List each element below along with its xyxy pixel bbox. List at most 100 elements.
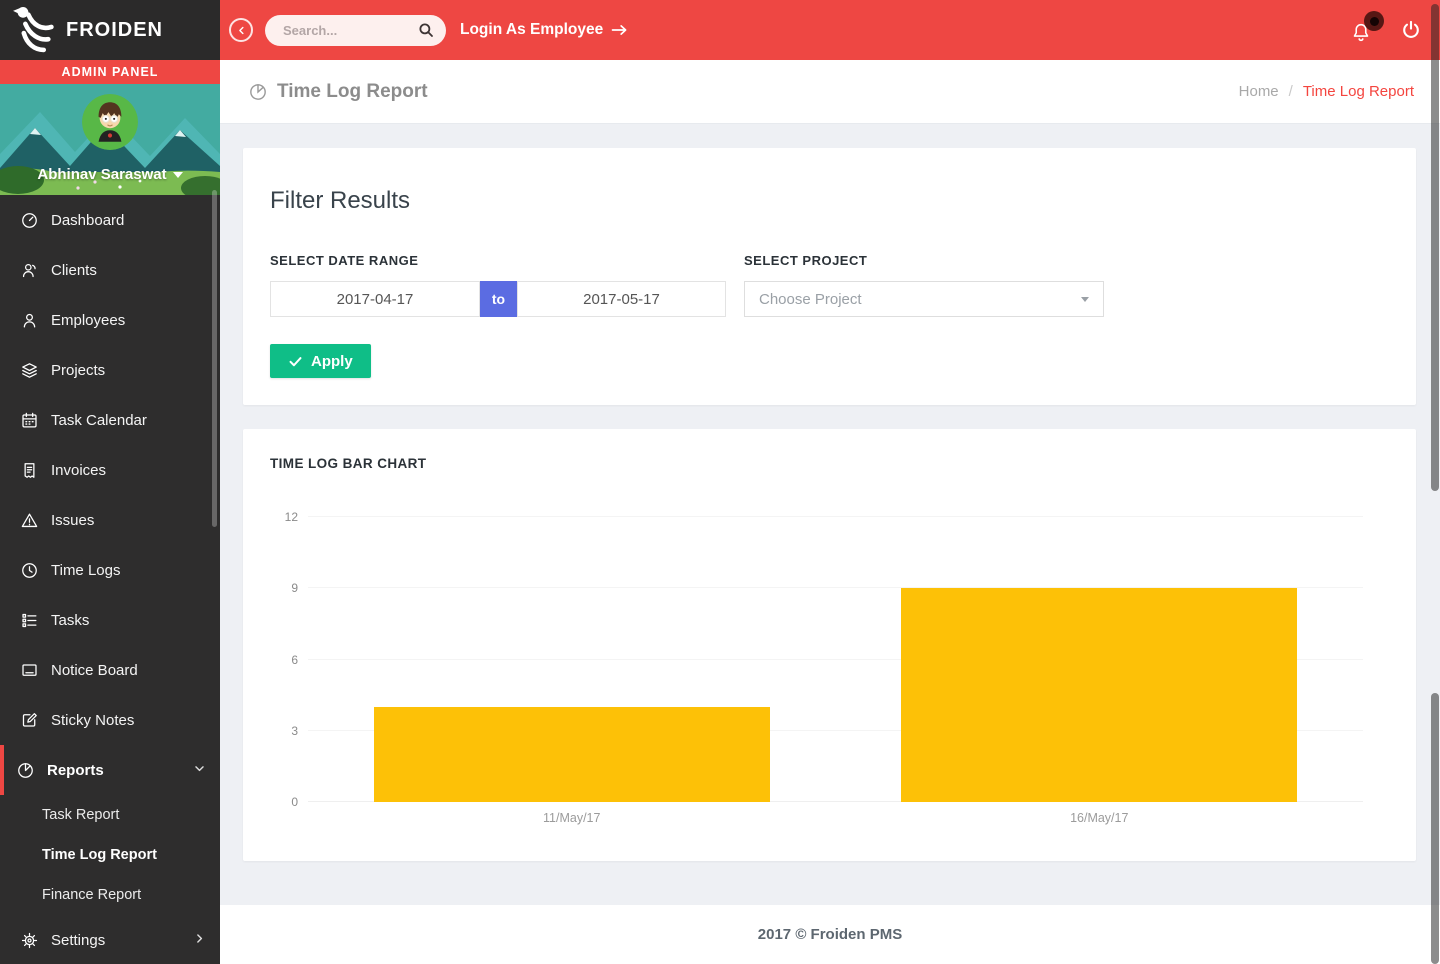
brand-name: FROIDEN (66, 19, 163, 42)
filter-card: Filter Results SELECT DATE RANGE SELECT … (243, 148, 1416, 405)
chart-y-axis: 036912 (270, 517, 308, 802)
breadcrumb: Home / Time Log Report (1239, 83, 1414, 100)
check-icon (288, 354, 303, 369)
footer-text: 2017 © Froiden PMS (758, 926, 902, 943)
sidebar-subitem-time-log-report[interactable]: Time Log Report (0, 835, 220, 875)
chart-x-axis: 11/May/1716/May/17 (308, 811, 1363, 825)
logout-power-button[interactable] (1400, 19, 1422, 41)
bars-layer (308, 517, 1363, 802)
page-scrollbar-thumb[interactable] (1431, 693, 1439, 964)
chart-plot (308, 517, 1363, 802)
project-select[interactable]: Choose Project (744, 281, 1104, 317)
chevron-down-icon (1081, 297, 1089, 302)
sidebar-item-clients[interactable]: Clients (0, 245, 220, 295)
tasks-icon (20, 611, 39, 630)
profile-section: Abhinav Saraswat (0, 84, 220, 195)
sidebar-item-label: Employees (51, 312, 125, 329)
pie-chart-icon (248, 82, 268, 102)
sidebar-item-label: Invoices (51, 462, 106, 479)
page-title: Time Log Report (248, 81, 428, 103)
main-content: Filter Results SELECT DATE RANGE SELECT … (220, 124, 1440, 861)
sidebar-item-label: Dashboard (51, 212, 124, 229)
bar-16/May/17[interactable] (901, 588, 1297, 802)
notifications-button[interactable] (1350, 17, 1376, 43)
topbar-actions (1350, 17, 1440, 43)
footer: 2017 © Froiden PMS (220, 905, 1440, 964)
user-name-dropdown[interactable]: Abhinav Saraswat (0, 166, 220, 183)
clock-icon (20, 561, 39, 580)
sidebar-item-label: Clients (51, 262, 97, 279)
board-icon (20, 661, 39, 680)
chevron-down-icon (193, 762, 206, 779)
note-icon (20, 711, 39, 730)
avatar[interactable] (82, 94, 138, 150)
sidebar-item-label: Projects (51, 362, 105, 379)
clients-icon (20, 261, 39, 280)
y-tick-label: 0 (291, 795, 298, 809)
sidebar-item-time-logs[interactable]: Time Logs (0, 545, 220, 595)
login-as-label: Login As Employee (460, 21, 603, 39)
apply-button[interactable]: Apply (270, 344, 371, 378)
y-tick-label: 6 (291, 653, 298, 667)
arrow-left-icon (235, 24, 248, 37)
sidebar-menu: Dashboard Clients Employees Projects Task Ca… (0, 195, 220, 964)
sidebar-item-label: Issues (51, 512, 94, 529)
sidebar-item-employees[interactable]: Employees (0, 295, 220, 345)
notification-badge (1364, 11, 1384, 31)
sidebar-item-issues[interactable]: Issues (0, 495, 220, 545)
sidebar-item-task-calendar[interactable]: Task Calendar (0, 395, 220, 445)
sidebar-scrollbar-thumb[interactable] (212, 190, 217, 527)
sidebar-subitem-finance-report[interactable]: Finance Report (0, 875, 220, 915)
sidebar-item-invoices[interactable]: Invoices (0, 445, 220, 495)
arrow-right-icon (611, 23, 629, 37)
sidebar-item-projects[interactable]: Projects (0, 345, 220, 395)
chevron-right-icon (193, 932, 206, 949)
search-icon[interactable] (417, 21, 435, 39)
date-to-input[interactable] (517, 281, 726, 317)
sidebar-item-label: Notice Board (51, 662, 138, 679)
page-title-text: Time Log Report (277, 81, 428, 103)
sidebar-item-label: Task Calendar (51, 412, 147, 429)
sidebar-item-reports[interactable]: Reports (0, 745, 220, 795)
bar-slot (308, 517, 836, 802)
date-range-picker: to (270, 281, 726, 317)
pie-icon (16, 761, 35, 780)
topbar: Login As Employee (220, 0, 1440, 60)
user-name: Abhinav Saraswat (37, 166, 166, 183)
chart-card: TIME LOG BAR CHART 036912 11/May/1716/Ma… (243, 429, 1416, 861)
sidebar-subitem-task-report[interactable]: Task Report (0, 795, 220, 835)
sidebar-item-tasks[interactable]: Tasks (0, 595, 220, 645)
bar-slot (836, 517, 1364, 802)
sidebar-item-label: Settings (51, 932, 105, 949)
sidebar-item-dashboard[interactable]: Dashboard (0, 195, 220, 245)
sidebar: FROIDEN ADMIN PANEL (0, 0, 220, 964)
sidebar-item-notice-board[interactable]: Notice Board (0, 645, 220, 695)
login-as-employee-link[interactable]: Login As Employee (460, 21, 629, 39)
y-tick-label: 12 (285, 510, 298, 524)
x-tick-label: 16/May/17 (836, 811, 1364, 825)
date-range-label: SELECT DATE RANGE (270, 253, 726, 268)
caret-down-icon (173, 172, 183, 178)
power-icon (1400, 19, 1422, 41)
sidebar-item-label: Time Logs (51, 562, 120, 579)
chart-title: TIME LOG BAR CHART (270, 456, 1389, 471)
date-range-to-separator: to (480, 281, 517, 317)
breadcrumb-separator: / (1289, 83, 1293, 100)
froiden-bird-logo-icon (10, 5, 56, 55)
date-from-input[interactable] (270, 281, 480, 317)
sidebar-collapse-button[interactable] (229, 18, 253, 42)
time-log-bar-chart: 036912 (270, 517, 1389, 802)
breadcrumb-home-link[interactable]: Home (1239, 83, 1279, 100)
warning-icon (20, 511, 39, 530)
y-tick-label: 3 (291, 724, 298, 738)
brand-logo-row[interactable]: FROIDEN (0, 0, 220, 60)
projects-icon (20, 361, 39, 380)
bar-11/May/17[interactable] (374, 707, 770, 802)
admin-panel-badge: ADMIN PANEL (0, 60, 220, 84)
employees-icon (20, 311, 39, 330)
invoice-icon (20, 461, 39, 480)
breadcrumb-current: Time Log Report (1303, 83, 1414, 100)
sidebar-item-settings[interactable]: Settings (0, 915, 220, 964)
sidebar-item-sticky-notes[interactable]: Sticky Notes (0, 695, 220, 745)
page-scrollbar-thumb[interactable] (1431, 4, 1439, 491)
